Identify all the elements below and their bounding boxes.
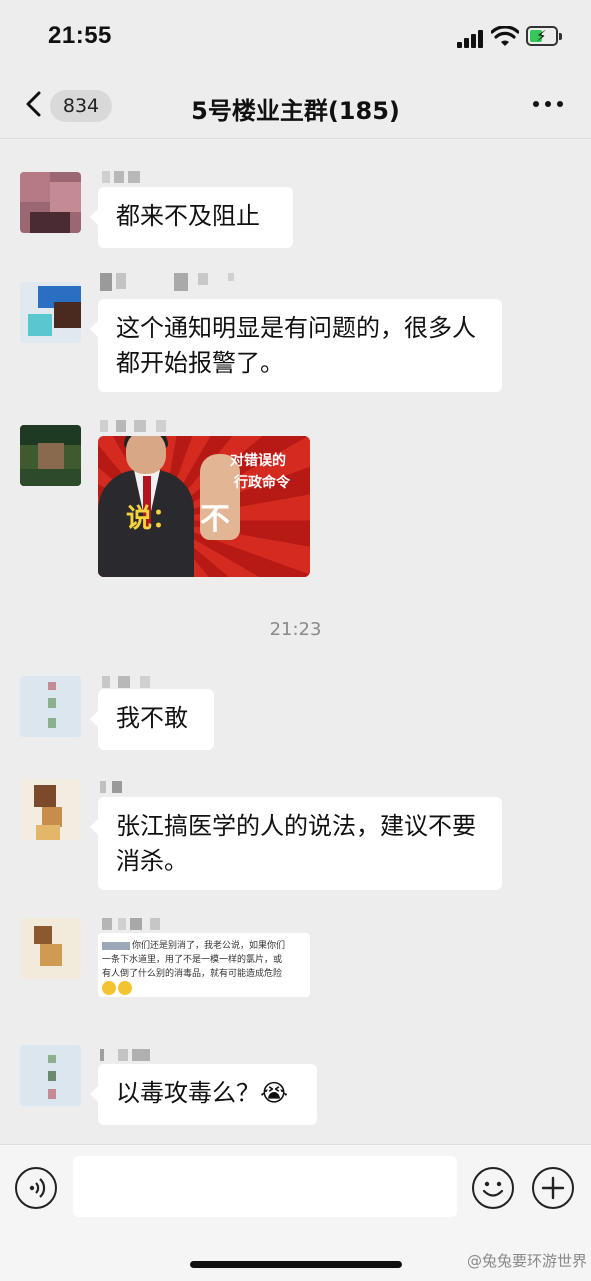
avatar[interactable]: [20, 779, 81, 840]
chat-message-list[interactable]: 都来不及阻止 这个通知明显是有问题的，很多人都开始报警了。 对错误的 行政命令 …: [0, 139, 591, 1144]
watermark: @兔兔要环游世界: [466, 1252, 587, 1270]
wifi-icon: [491, 26, 519, 46]
plus-button[interactable]: [532, 1167, 574, 1209]
emoji-icon: [482, 1181, 504, 1197]
image-message[interactable]: 对错误的 行政命令 说： 不: [98, 436, 310, 577]
message-bubble[interactable]: 以毒攻毒么？😭: [90, 1064, 317, 1125]
signal-icon: [457, 30, 485, 48]
avatar[interactable]: [20, 172, 81, 233]
message-bubble[interactable]: 我不敢: [90, 689, 214, 750]
page-title: 5号楼业主群(185): [191, 97, 400, 125]
screenshot-message[interactable]: 你们还是别消了，我老公说，如果你们 一条下水道里，用了不是一模一样的氯片，或 有…: [98, 933, 310, 997]
image-caption-no: 不: [200, 502, 230, 537]
plus-icon: [541, 1176, 565, 1200]
message-bubble[interactable]: 张江搞医学的人的说法，建议不要消杀。: [90, 797, 502, 890]
chat-header: 834 5号楼业主群(185): [0, 72, 591, 139]
status-time: 21:55: [48, 22, 112, 49]
message-text: 以毒攻毒么？: [116, 1079, 260, 1107]
image-caption-line: 行政命令: [234, 475, 290, 491]
avatar[interactable]: [20, 282, 81, 343]
message-input[interactable]: [73, 1156, 457, 1217]
screenshot-line: 你们还是别消了，我老公说，如果你们: [132, 941, 286, 951]
crying-emoji-icon: 😭: [260, 1079, 289, 1107]
avatar[interactable]: [20, 1045, 81, 1106]
voice-icon: [29, 1178, 46, 1198]
home-indicator[interactable]: [190, 1261, 402, 1268]
image-caption-line: 对错误的: [230, 453, 286, 469]
battery-icon: ⚡: [526, 26, 562, 46]
more-icon[interactable]: [533, 101, 563, 109]
emoji-button[interactable]: [472, 1167, 514, 1209]
screenshot-line: 一条下水道里，用了不是一模一样的氯片，或: [102, 955, 283, 965]
status-bar: 21:55 ⚡: [0, 0, 591, 72]
avatar[interactable]: [20, 918, 81, 979]
voice-button[interactable]: [15, 1167, 57, 1209]
avatar[interactable]: [20, 425, 81, 486]
avatar[interactable]: [20, 676, 81, 737]
message-bubble[interactable]: 这个通知明显是有问题的，很多人都开始报警了。: [90, 299, 502, 392]
screenshot-line: 有人倒了什么别的消毒品，就有可能造成危险: [102, 969, 283, 979]
message-bubble[interactable]: 都来不及阻止: [90, 187, 293, 248]
time-divider: 21:23: [269, 619, 322, 640]
image-caption-say: 说：: [126, 504, 179, 534]
